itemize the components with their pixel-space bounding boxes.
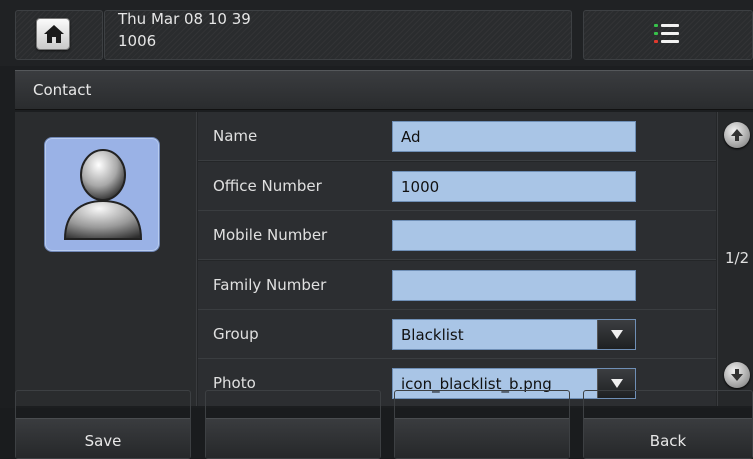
office-number-field[interactable]: 1000 [392,171,636,202]
page-title: Contact [33,81,92,99]
group-row: Group Blacklist [198,310,716,359]
mobile-number-field[interactable] [392,220,636,251]
office-number-row: Office Number 1000 [198,162,716,211]
family-number-row: Family Number [198,261,716,310]
menu-list-icon[interactable] [654,22,680,48]
mobile-number-row: Mobile Number [198,211,716,260]
title-bar: Contact [15,70,753,110]
softkey-3[interactable] [394,390,570,459]
save-softkey-face: Save [16,418,190,458]
scroll-down-button[interactable] [724,362,750,388]
avatar[interactable] [44,137,160,252]
person-icon [63,149,143,240]
home-button[interactable] [36,18,70,50]
mobile-number-label: Mobile Number [213,226,328,244]
back-softkey-face: Back [584,418,752,458]
family-number-label: Family Number [213,276,327,294]
back-label: Back [649,432,687,450]
softkey-2-face [206,418,380,458]
group-dropdown-button[interactable] [597,320,635,349]
home-icon [44,25,64,43]
name-label: Name [213,127,258,145]
page-indicator: 1/2 [725,249,750,267]
arrow-up-icon [731,129,743,141]
arrow-down-icon [731,369,743,381]
group-label: Group [213,325,259,343]
group-select[interactable]: Blacklist [392,319,636,350]
save-softkey[interactable]: Save [15,390,191,459]
office-number-label: Office Number [213,177,322,195]
family-number-field[interactable] [392,270,636,301]
save-label: Save [84,432,122,450]
extension-number: 1006 [118,32,157,50]
datetime-text: Thu Mar 08 10 39 [118,10,251,28]
softkey-2[interactable] [205,390,381,459]
back-softkey[interactable]: Back [583,390,753,459]
name-row: Name Ad [198,112,716,161]
group-value: Blacklist [401,326,464,344]
scroll-up-button[interactable] [724,122,750,148]
softkey-3-face [395,418,569,458]
chevron-down-icon [611,330,623,339]
name-field[interactable]: Ad [392,121,636,152]
chevron-down-icon [611,379,623,388]
